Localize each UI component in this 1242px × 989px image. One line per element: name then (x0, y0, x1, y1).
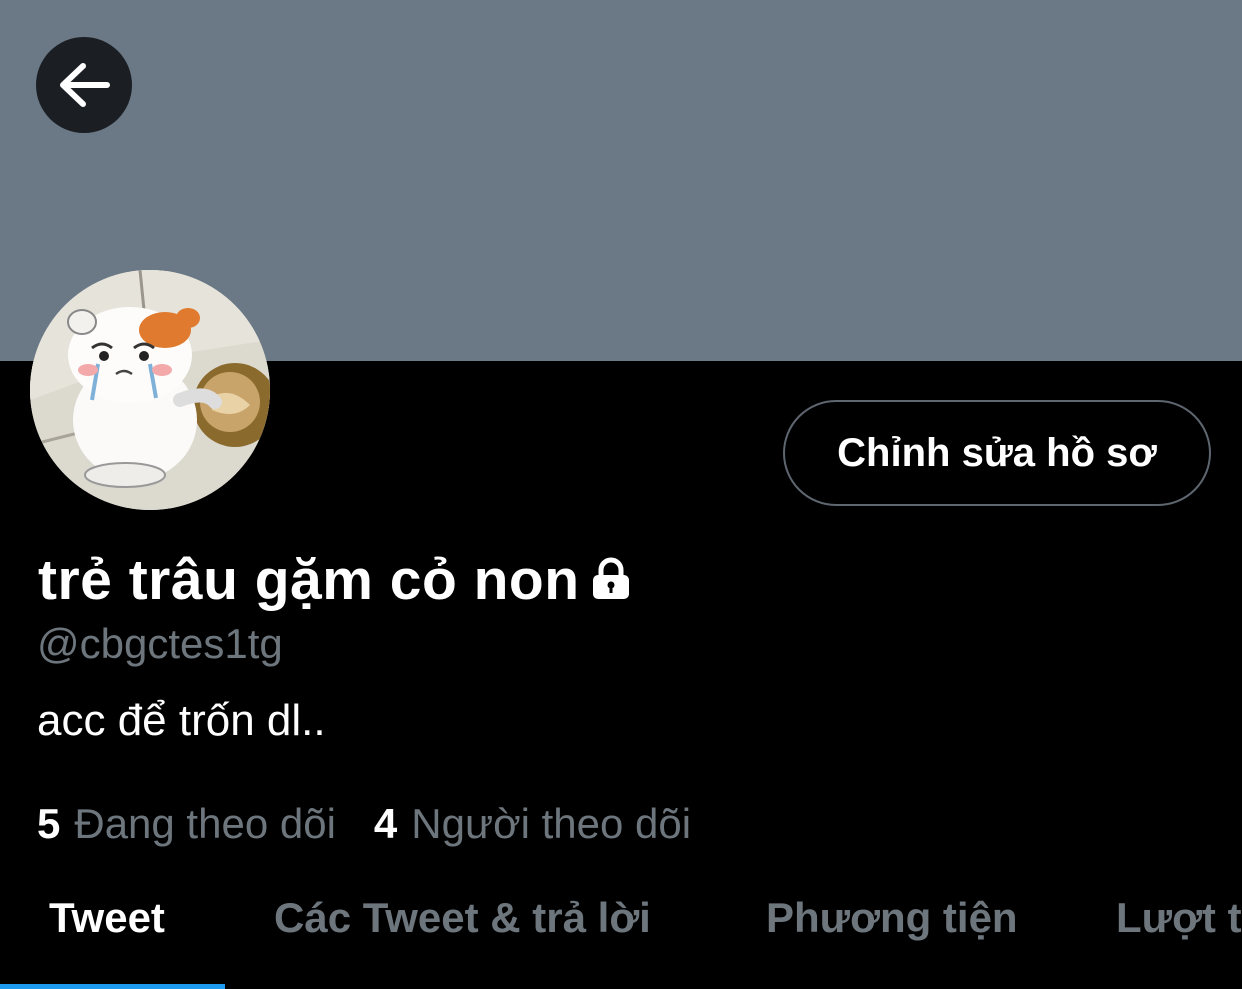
tab-tweets[interactable]: Tweet (49, 894, 165, 942)
following-count: 5 (37, 800, 61, 847)
profile-page: Chỉnh sửa hồ sơ trẻ trâu gặm cỏ non @cbg… (0, 0, 1242, 989)
arrow-left-icon (60, 63, 110, 107)
profile-tabs: Tweet Các Tweet & trả lời Phương tiện Lư… (0, 880, 1242, 989)
display-name: trẻ trâu gặm cỏ non (38, 544, 634, 616)
tab-media[interactable]: Phương tiện (766, 894, 1018, 942)
following-label: Đang theo dõi (74, 800, 336, 847)
followers-link[interactable]: 4 Người theo dõi (374, 800, 691, 848)
edit-profile-button[interactable]: Chỉnh sửa hồ sơ (783, 400, 1211, 506)
avatar-image (30, 270, 270, 510)
followers-label: Người theo dõi (411, 800, 692, 847)
tab-tweets-and-replies[interactable]: Các Tweet & trả lời (274, 894, 651, 942)
user-handle: @cbgctes1tg (37, 620, 283, 667)
display-name-text: trẻ trâu gặm cỏ non (38, 548, 580, 612)
follow-stats: 5 Đang theo dõi 4 Người theo dõi (37, 800, 729, 848)
active-tab-indicator (0, 984, 225, 989)
tab-likes[interactable]: Lượt t (1116, 894, 1242, 942)
lock-icon (588, 550, 634, 616)
profile-bio: acc để trốn dl.. (37, 696, 326, 745)
following-link[interactable]: 5 Đang theo dõi (37, 800, 336, 848)
back-button[interactable] (36, 37, 132, 133)
avatar[interactable] (30, 270, 270, 510)
followers-count: 4 (373, 800, 398, 847)
